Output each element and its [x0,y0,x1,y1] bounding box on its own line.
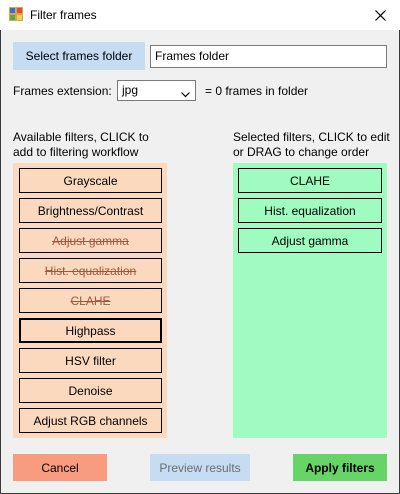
window-title: Filter frames [30,8,97,22]
selected-filters-header-2: or DRAG to change order [233,145,370,159]
selected-filter-clahe[interactable]: CLAHE [238,168,382,193]
frame-count-info: = 0 frames in folder [205,84,309,98]
cancel-button[interactable]: Cancel [13,454,107,481]
selected-filter-hist-equalization[interactable]: Hist. equalization [238,198,382,223]
available-filters-header-2: add to filtering workflow [13,145,139,159]
frames-extension-value: jpg [122,83,139,97]
chevron-down-icon [181,87,190,101]
available-filter-hist-equalization[interactable]: Hist. equalization [19,258,162,283]
available-filter-adjust-gamma[interactable]: Adjust gamma [19,228,162,253]
available-filter-grayscale[interactable]: Grayscale [19,168,162,193]
available-filter-adjust-rgb[interactable]: Adjust RGB channels [19,408,162,433]
selected-filters-header-1: Selected filters, CLICK to edit [233,130,390,144]
select-frames-folder-button[interactable]: Select frames folder [13,42,145,70]
available-filter-denoise[interactable]: Denoise [19,378,162,403]
app-icon [9,7,23,21]
preview-results-button[interactable]: Preview results [150,454,250,481]
selected-filter-adjust-gamma[interactable]: Adjust gamma [238,228,382,253]
title-bar: Filter frames [0,0,400,30]
frames-extension-select[interactable]: jpg [117,80,196,101]
available-filter-highpass[interactable]: Highpass [19,318,162,343]
filter-frames-window: Filter frames Select frames folder Frame… [0,0,400,494]
frames-extension-label: Frames extension: [13,84,112,98]
available-filter-clahe[interactable]: CLAHE [19,288,162,313]
available-filter-brightness-contrast[interactable]: Brightness/Contrast [19,198,162,223]
available-filters-header-1: Available filters, CLICK to [13,130,149,144]
apply-filters-button[interactable]: Apply filters [293,454,387,481]
available-filter-hsv[interactable]: HSV filter [19,348,162,373]
close-icon[interactable] [360,0,400,30]
frames-folder-field[interactable]: Frames folder [150,45,387,68]
